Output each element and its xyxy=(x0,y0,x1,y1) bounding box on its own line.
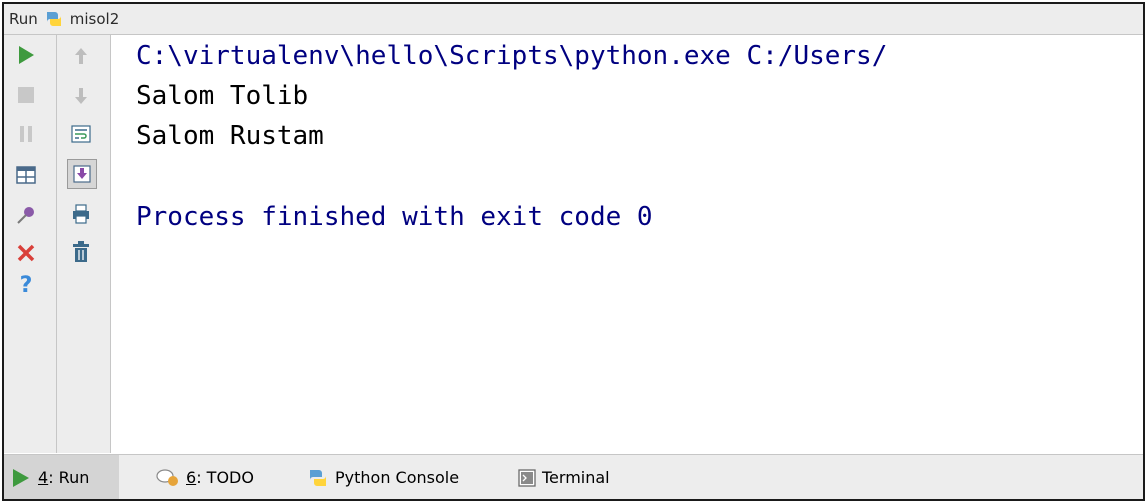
stop-icon xyxy=(18,87,34,103)
clear-all-button[interactable] xyxy=(67,238,95,266)
soft-wrap-button[interactable] xyxy=(67,120,95,148)
run-tool-window: Run misol2 ? C:\virtualenv\hello\Scripts… xyxy=(2,2,1145,501)
print-button[interactable] xyxy=(67,200,95,228)
rerun-play-icon xyxy=(19,46,34,64)
print-icon xyxy=(73,204,89,224)
down-arrow-icon xyxy=(75,88,87,104)
tab-python-console[interactable]: Python Console xyxy=(307,455,460,499)
close-button[interactable] xyxy=(12,239,40,267)
next-occurrence-button[interactable] xyxy=(67,82,95,110)
help-icon: ? xyxy=(20,273,33,297)
soft-wrap-icon xyxy=(71,125,91,143)
run-config-name[interactable]: misol2 xyxy=(70,10,119,28)
tab-run[interactable]: 4: Run xyxy=(4,455,119,499)
svg-text:?: ? xyxy=(20,273,33,297)
scroll-to-end-button[interactable] xyxy=(67,159,97,189)
todo-icon xyxy=(156,468,178,486)
python-console-icon xyxy=(310,469,326,486)
help-button[interactable]: ? xyxy=(12,270,40,298)
pause-button[interactable] xyxy=(12,120,40,148)
tab-terminal[interactable]: Terminal xyxy=(518,455,610,499)
tab-python-console-label: Python Console xyxy=(335,468,460,487)
pin-tab-button[interactable] xyxy=(12,201,40,229)
up-arrow-icon xyxy=(75,48,87,64)
tab-todo-label: : TODO xyxy=(196,468,254,487)
trash-icon xyxy=(73,241,89,262)
tab-run-mnemonic: 4 xyxy=(38,468,49,487)
console-line-output: Salom Tolib xyxy=(136,81,309,111)
rerun-button[interactable] xyxy=(12,41,40,69)
pin-icon xyxy=(17,207,34,224)
tool-window-bar: 4: Run 6: TODO Python Console Terminal xyxy=(4,454,1143,499)
console-line-command: C:\virtualenv\hello\Scripts\python.exe C… xyxy=(136,41,888,71)
close-icon xyxy=(17,244,35,262)
run-label: Run xyxy=(9,10,38,28)
run-play-icon xyxy=(13,468,29,487)
python-icon xyxy=(44,10,64,28)
tab-todo-mnemonic: 6 xyxy=(186,468,197,487)
restore-layout-button[interactable] xyxy=(12,161,40,189)
previous-occurrence-button[interactable] xyxy=(67,42,95,70)
restore-layout-icon xyxy=(16,166,36,184)
scroll-to-end-icon xyxy=(73,165,91,183)
tab-run-label: : Run xyxy=(48,468,90,487)
tool-window-title-bar: Run misol2 xyxy=(4,4,1143,35)
console-line-process-finished: Process finished with exit code 0 xyxy=(136,202,653,232)
console-output[interactable]: C:\virtualenv\hello\Scripts\python.exe C… xyxy=(111,35,1143,453)
console-line-output: Salom Rustam xyxy=(136,121,324,151)
terminal-icon xyxy=(518,468,536,487)
pause-icon xyxy=(20,126,32,142)
stop-button[interactable] xyxy=(12,81,40,109)
tab-terminal-label: Terminal xyxy=(542,468,610,487)
tab-todo[interactable]: 6: TODO xyxy=(156,455,254,499)
